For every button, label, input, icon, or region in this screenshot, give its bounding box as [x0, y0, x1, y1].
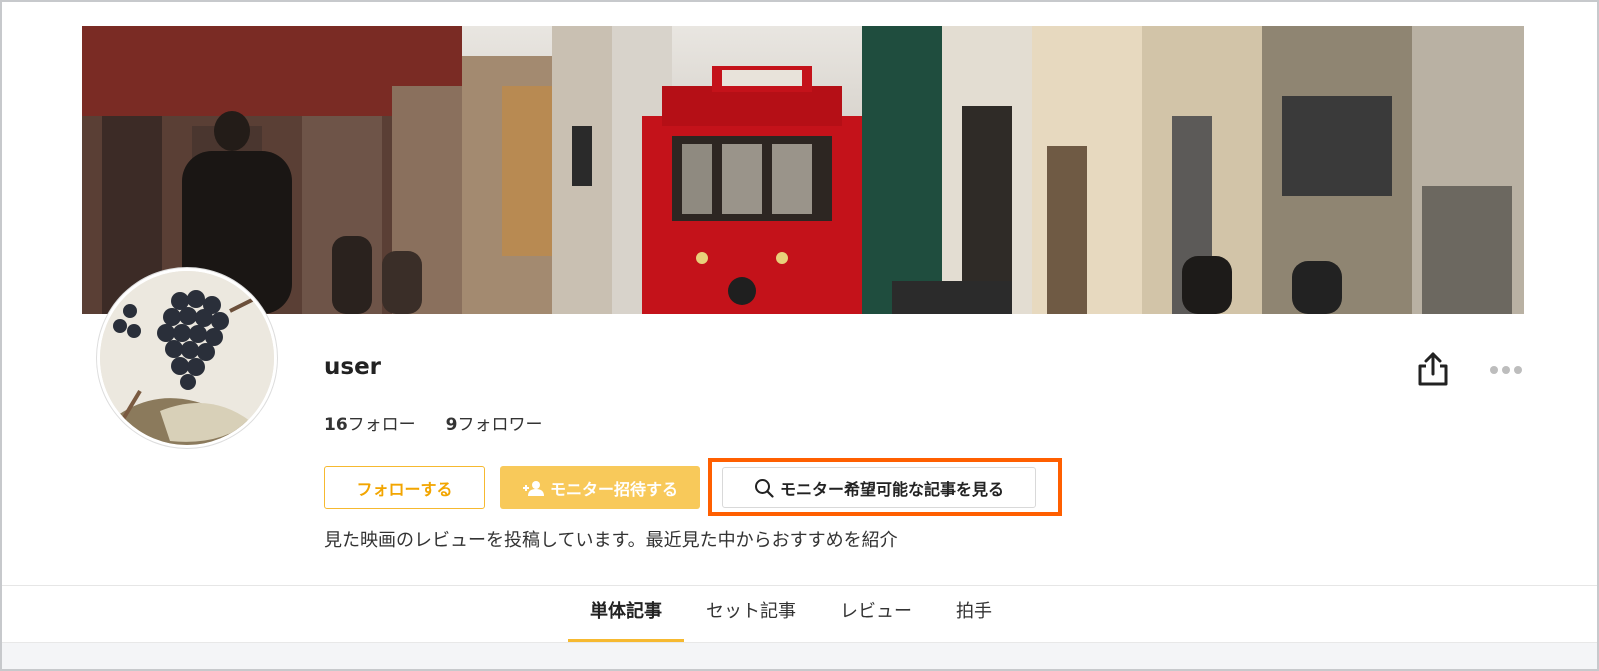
tab-set-articles[interactable]: セット記事 — [684, 590, 818, 642]
search-icon — [754, 478, 774, 498]
view-monitor-articles-button[interactable]: モニター希望可能な記事を見る — [722, 467, 1036, 508]
more-options-button[interactable] — [1488, 360, 1524, 380]
more-horizontal-icon — [1490, 366, 1522, 374]
follow-button-label: フォローする — [356, 479, 453, 499]
search-button-label: モニター希望可能な記事を見る — [779, 479, 1004, 499]
profile-stats: 16フォロー 9フォロワー — [324, 410, 543, 435]
profile-bio: 見た映画のレビューを投稿しています。最近見た中からおすすめを紹介 — [324, 530, 898, 551]
tab-single-articles[interactable]: 単体記事 — [568, 590, 684, 642]
followers-stat[interactable]: 9フォロワー — [446, 410, 543, 435]
invite-monitor-button[interactable]: モニター招待する — [500, 466, 700, 509]
username: user — [324, 354, 382, 380]
content-area — [2, 642, 1597, 669]
avatar[interactable] — [97, 268, 277, 448]
share-button[interactable] — [1416, 350, 1450, 388]
following-label: フォロー — [347, 415, 416, 435]
tabs-divider — [2, 585, 1597, 586]
share-icon — [1418, 352, 1448, 386]
following-count: 16 — [324, 415, 348, 435]
followers-label: フォロワー — [457, 415, 543, 435]
profile-tabs: 単体記事 セット記事 レビュー 拍手 — [568, 590, 1014, 642]
tab-reviews[interactable]: レビュー — [818, 590, 934, 642]
followers-count: 9 — [445, 415, 458, 435]
tab-applause[interactable]: 拍手 — [934, 590, 1014, 642]
profile-actions: フォローする モニター招待する — [324, 466, 700, 509]
follow-button[interactable]: フォローする — [324, 466, 485, 509]
invite-button-label: モニター招待する — [549, 479, 678, 499]
following-stat[interactable]: 16フォロー — [324, 410, 416, 435]
add-user-icon — [522, 480, 544, 496]
cover-image — [82, 26, 1524, 314]
